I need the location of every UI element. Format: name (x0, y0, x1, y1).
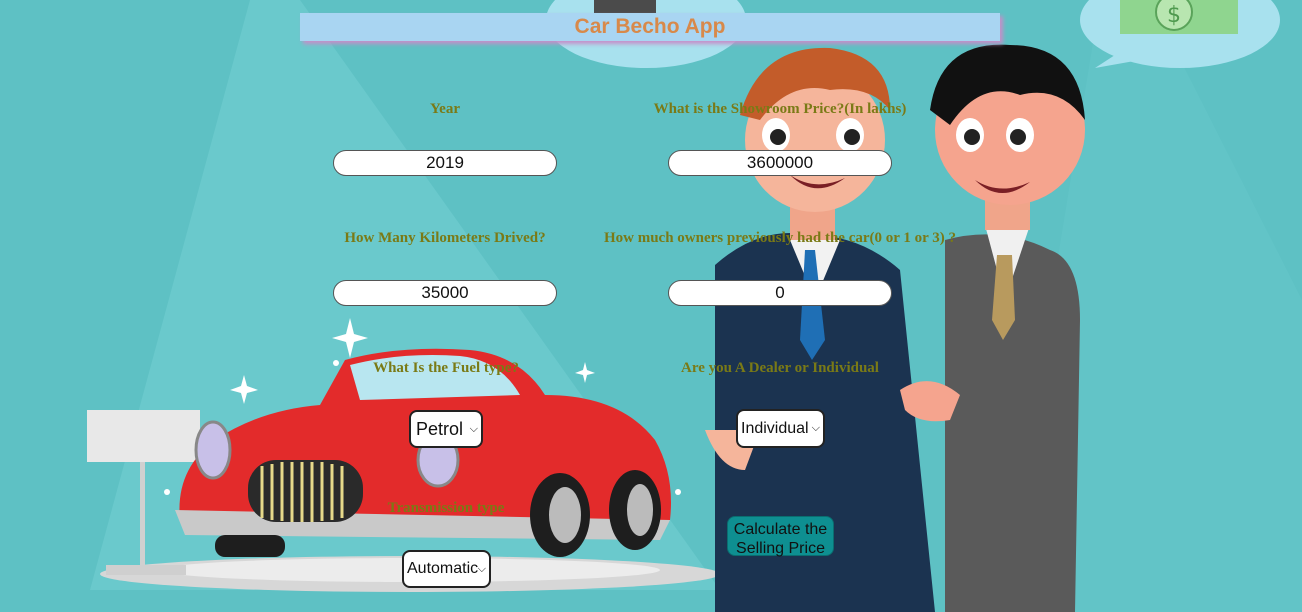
chevron-down-icon: ⌵ (477, 563, 486, 575)
showroom-price-label: What is the Showroom Price?(In lakhs) (653, 101, 907, 117)
right-man-illustration (900, 44, 1085, 612)
sign-board (87, 410, 200, 462)
transmission-select[interactable]: Automatic ⌵ (402, 550, 491, 588)
calculate-price-button[interactable]: Calculate the Selling Price (727, 516, 834, 557)
background-illustration: $ (87, 0, 1302, 612)
seller-type-label: Are you A Dealer or Individual (681, 360, 879, 376)
kms-driven-input[interactable]: 35000 (333, 280, 557, 306)
fuel-type-label: What Is the Fuel type? (373, 360, 519, 376)
transmission-selected: Automatic (407, 560, 479, 577)
svg-text:$: $ (1167, 3, 1181, 28)
year-input[interactable]: 2019 (333, 150, 557, 176)
fuel-type-select[interactable]: Petrol ⌵ (409, 410, 483, 448)
year-label: Year (430, 101, 460, 117)
owners-label: How much owners previously had the car(0… (603, 230, 957, 246)
chevron-down-icon: ⌵ (811, 422, 820, 434)
app-title-bar: Car Becho App (300, 13, 1000, 41)
seller-type-selected: Individual (741, 420, 809, 437)
transmission-label: Transmission type (387, 500, 505, 516)
chevron-down-icon: ⌵ (469, 423, 478, 435)
fuel-type-selected: Petrol (416, 419, 464, 439)
owners-input[interactable]: 0 (668, 280, 892, 306)
app-title: Car Becho App (574, 15, 726, 38)
showroom-price-input[interactable]: 3600000 (668, 150, 892, 176)
kms-driven-label: How Many Kilometers Drived? (344, 230, 546, 246)
seller-type-select[interactable]: Individual ⌵ (736, 409, 825, 448)
